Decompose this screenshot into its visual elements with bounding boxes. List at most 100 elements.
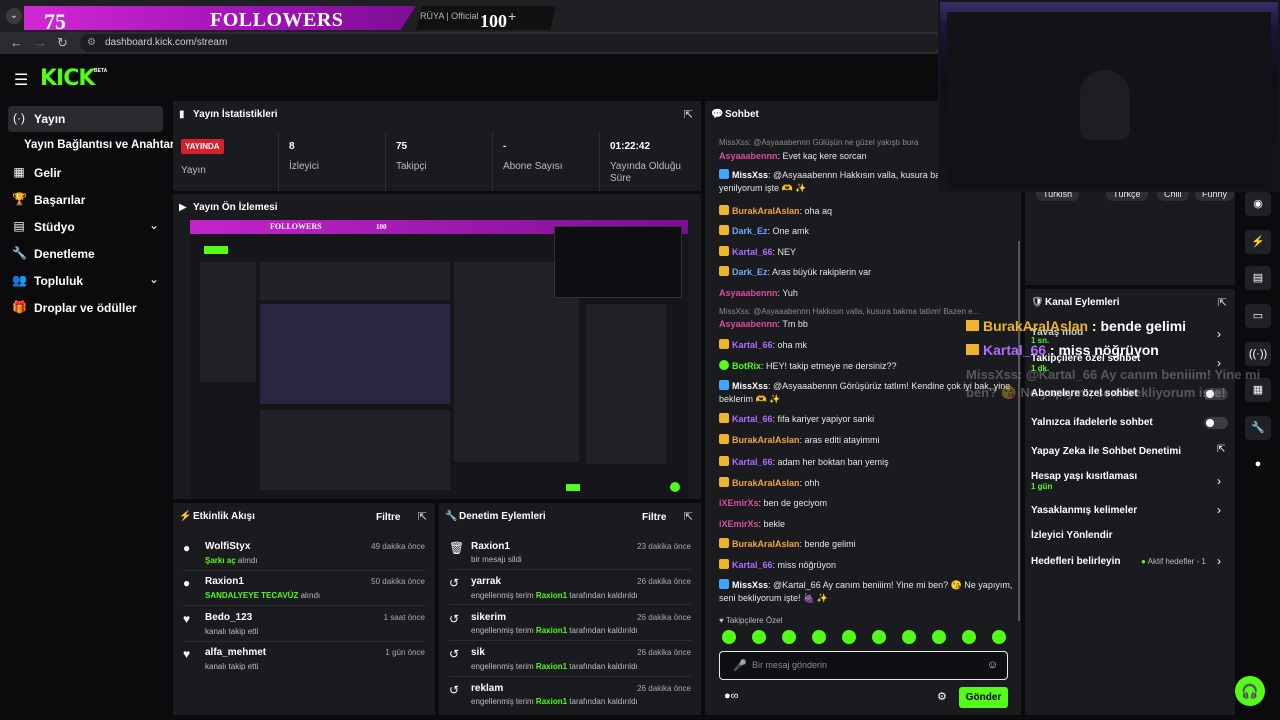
chat-bubble-icon[interactable]: ▭ <box>1245 304 1271 328</box>
chat-username[interactable]: BurakAralAslan <box>732 206 800 216</box>
chat-username[interactable]: Kartal_66 <box>732 340 773 350</box>
moderator-name[interactable]: Raxion1 <box>536 591 567 600</box>
stream-preview-video[interactable]: FOLLOWERS 100 <box>190 220 688 498</box>
viewer-redirect-label[interactable]: İzleyici Yönlendir <box>1031 530 1113 541</box>
preview-sidebar <box>200 262 256 382</box>
moderation-target[interactable]: sikerim <box>471 612 506 623</box>
sidebar-item-gelir[interactable]: ▦ Gelir <box>8 160 163 186</box>
moderator-name[interactable]: Raxion1 <box>536 626 567 635</box>
chat-username[interactable]: BotRix <box>732 361 761 371</box>
sidebar-item-studyo[interactable]: ▤ Stüdyo ⌄ <box>8 214 163 240</box>
sidebar-item-stream-key[interactable]: Yayın Bağlantısı ve Anahtarı <box>8 133 178 159</box>
ai-moderation-label[interactable]: Yapay Zeka ile Sohbet Denetimi <box>1031 446 1181 457</box>
chat-username[interactable]: iXEmirXs <box>719 498 759 508</box>
emote-icon[interactable] <box>752 630 766 644</box>
camera-icon[interactable]: ◉ <box>1245 192 1271 216</box>
emote-icon[interactable] <box>782 630 796 644</box>
wrench-icon[interactable]: 🔧 <box>1245 416 1271 440</box>
reload-icon[interactable]: ↻ <box>57 35 68 51</box>
emote-icon[interactable] <box>902 630 916 644</box>
chat-username[interactable]: MissXss <box>732 170 768 180</box>
send-button[interactable]: Gönder <box>959 687 1008 708</box>
account-age-label[interactable]: Hesap yaşı kısıtlaması <box>1031 471 1137 482</box>
emote-icon[interactable] <box>872 630 886 644</box>
undo-icon[interactable]: ↺ <box>449 683 459 697</box>
chat-username[interactable]: Kartal_66 <box>732 247 773 257</box>
popout-icon[interactable]: ⇱ <box>418 510 427 523</box>
chevron-right-icon[interactable]: › <box>1217 554 1221 568</box>
moderation-target[interactable]: yarrak <box>471 576 501 587</box>
chat-username[interactable]: Asyaaabennn <box>719 288 778 298</box>
moderation-target[interactable]: Raxion1 <box>471 541 510 552</box>
chat-username[interactable]: iXEmirXs <box>719 519 759 529</box>
popout-icon[interactable]: ⇱ <box>684 510 693 523</box>
channel-points-icon[interactable]: ●∞ <box>724 690 739 702</box>
chevron-right-icon[interactable]: › <box>1217 503 1221 517</box>
site-info-icon[interactable]: ⚙ <box>87 37 96 48</box>
activity-user[interactable]: Bedo_123 <box>205 612 252 623</box>
moderation-target[interactable]: sik <box>471 647 485 658</box>
chat-username[interactable]: Asyaaabennn <box>719 151 778 161</box>
sidebar-item-yayin[interactable]: (·) Yayın <box>8 106 163 132</box>
sidebar-item-droplar[interactable]: 🎁 Droplar ve ödüller <box>8 295 163 321</box>
sidebar-item-basarilar[interactable]: 🏆 Başarılar <box>8 187 163 213</box>
activity-user[interactable]: WolfiStyx <box>205 541 250 552</box>
forward-icon[interactable]: → <box>34 35 47 50</box>
banned-words-label[interactable]: Yasaklanmış kelimeler <box>1031 505 1137 516</box>
chat-username[interactable]: Kartal_66 <box>732 414 773 424</box>
chat-username[interactable]: BurakAralAslan <box>732 478 800 488</box>
crown-icon <box>966 344 979 355</box>
emote-icon[interactable] <box>812 630 826 644</box>
moderation-filter-button[interactable]: Filtre <box>642 512 666 523</box>
chat-scrollbar[interactable] <box>1018 241 1020 621</box>
chat-username[interactable]: Dark_Ez <box>732 226 768 236</box>
chat-username[interactable]: Dark_Ez <box>732 267 768 277</box>
microphone-icon[interactable]: 🎤 <box>733 659 747 672</box>
lightning-icon[interactable]: ⚡ <box>1245 230 1271 254</box>
broadcast-icon[interactable]: ((·)) <box>1245 342 1271 366</box>
chat-username[interactable]: Asyaaabennn <box>719 319 778 329</box>
menu-icon[interactable]: ☰ <box>14 70 28 90</box>
undo-icon[interactable]: ↺ <box>449 647 459 661</box>
undo-icon[interactable]: ↺ <box>449 612 459 626</box>
sidebar-item-topluluk[interactable]: 👥 Topluluk ⌄ <box>8 268 163 294</box>
emote-icon[interactable] <box>842 630 856 644</box>
support-chat-icon[interactable]: 🎧 <box>1235 676 1265 706</box>
tab-search-icon[interactable]: ⌄ <box>6 8 22 24</box>
community-icon[interactable]: ● <box>1245 452 1271 476</box>
undo-icon[interactable]: ↺ <box>449 576 459 590</box>
chat-settings-icon[interactable]: ⚙ <box>937 690 947 703</box>
emote-icon[interactable] <box>932 630 946 644</box>
activity-user[interactable]: alfa_mehmet <box>205 647 266 658</box>
chat-username[interactable]: Kartal_66 <box>732 457 773 467</box>
back-icon[interactable]: ← <box>10 35 23 50</box>
emoji-picker-icon[interactable]: ☺ <box>987 659 998 671</box>
activity-filter-button[interactable]: Filtre <box>376 512 400 523</box>
emote-icon[interactable] <box>962 630 976 644</box>
sidebar-item-denetleme[interactable]: 🔧 Denetleme <box>8 241 163 267</box>
chat-username[interactable]: BurakAralAslan <box>732 539 800 549</box>
activity-user[interactable]: Raxion1 <box>205 576 244 587</box>
chat-username[interactable]: BurakAralAslan <box>732 435 800 445</box>
moderation-target[interactable]: reklam <box>471 683 503 694</box>
emotes-only-toggle[interactable] <box>1204 417 1228 429</box>
external-link-icon[interactable]: ⇱ <box>1217 444 1225 455</box>
chat-username[interactable]: Kartal_66 <box>732 560 773 570</box>
new-tab-icon[interactable]: + <box>508 8 516 24</box>
notes-icon[interactable]: ▤ <box>1245 266 1271 290</box>
chat-username[interactable]: MissXss <box>732 381 768 391</box>
shield-icon: 🛡 <box>1031 297 1044 308</box>
moderator-name[interactable]: Raxion1 <box>536 697 567 706</box>
chat-input-placeholder[interactable]: Bir mesaj gönderin <box>752 660 827 670</box>
url-text[interactable]: dashboard.kick.com/stream <box>105 37 227 48</box>
chevron-right-icon[interactable]: › <box>1217 474 1221 488</box>
popout-icon[interactable]: ⇱ <box>1218 296 1227 309</box>
kick-logo[interactable]: KICK <box>40 66 95 91</box>
popout-icon[interactable]: ⇱ <box>684 108 693 121</box>
emote-icon[interactable] <box>722 630 736 644</box>
emote-icon[interactable] <box>992 630 1006 644</box>
set-goals-label[interactable]: Hedefleri belirleyin <box>1031 556 1120 567</box>
chevron-right-icon[interactable]: › <box>1217 327 1221 341</box>
chat-username[interactable]: MissXss <box>732 580 768 590</box>
moderator-name[interactable]: Raxion1 <box>536 662 567 671</box>
